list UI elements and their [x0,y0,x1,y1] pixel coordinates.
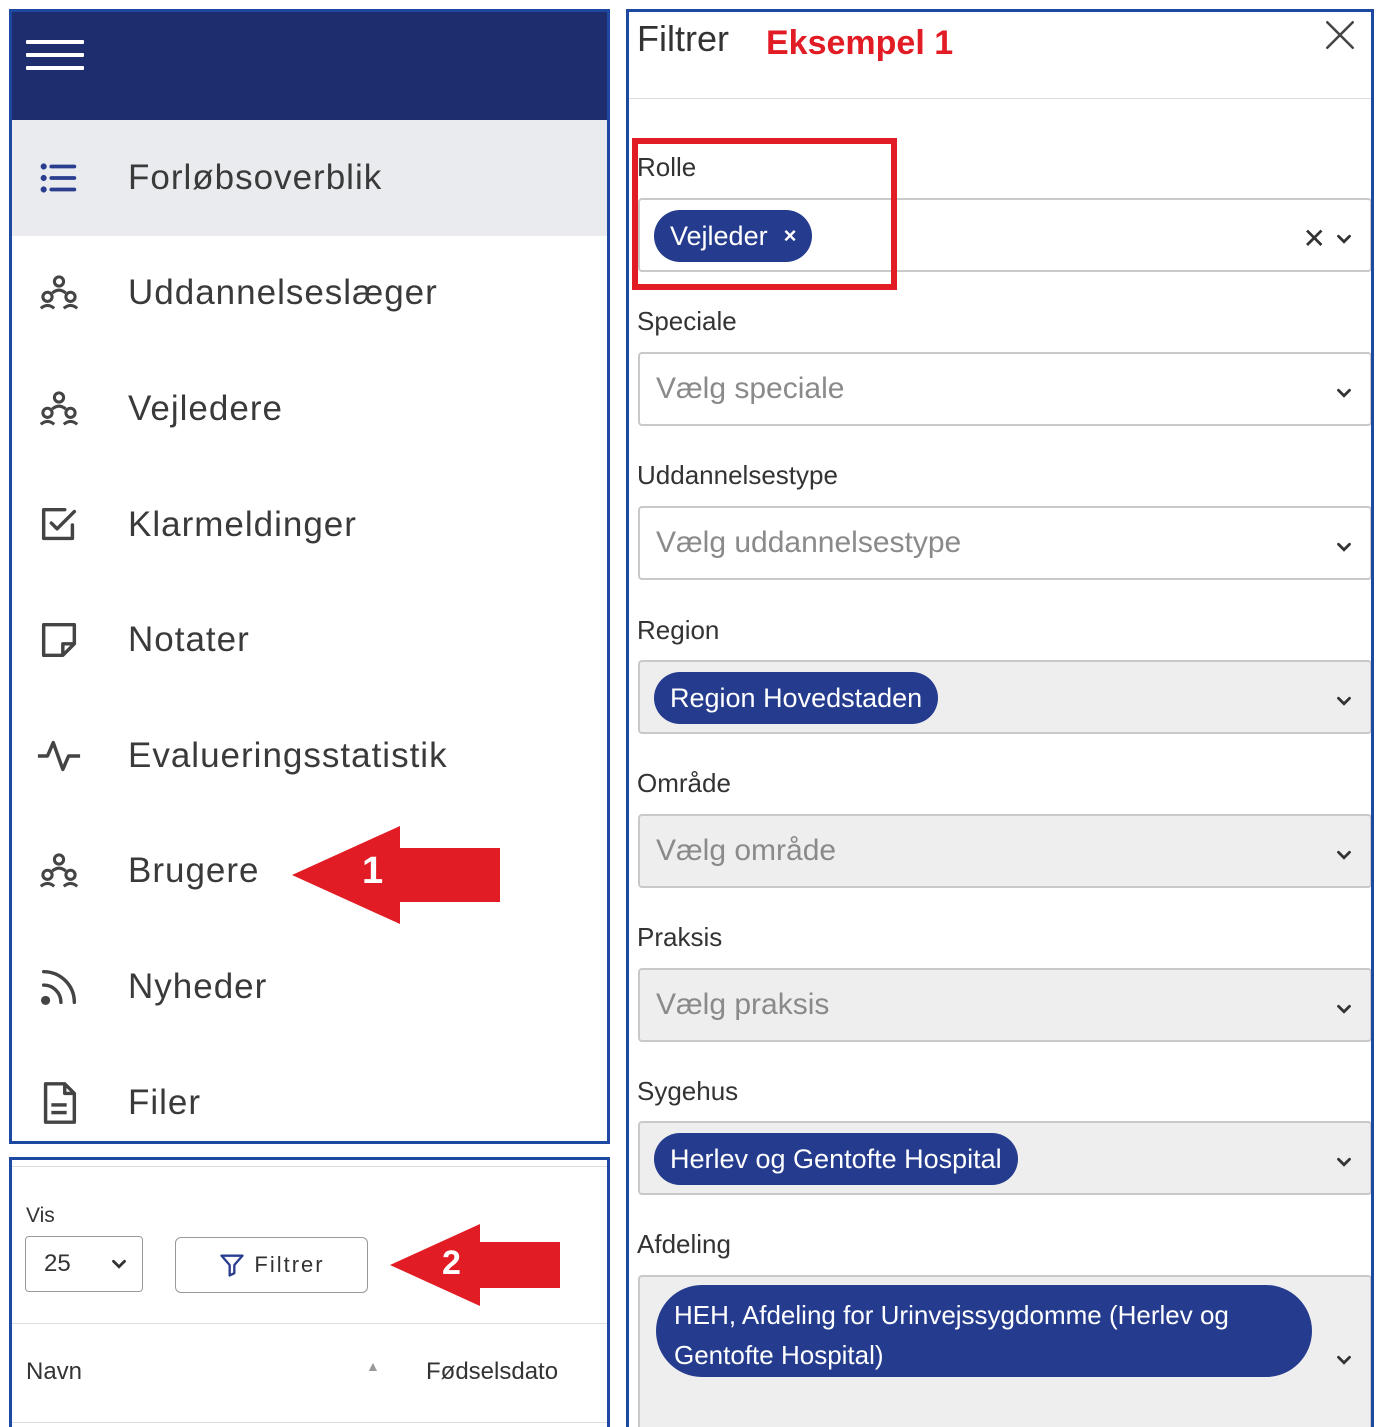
annotation-number: 1 [362,850,384,892]
sidebar-item-filer[interactable]: Filer [12,1045,607,1141]
omrade-placeholder: Vælg område [656,834,837,867]
sidebar-item-vejledere[interactable]: Vejledere [12,351,607,467]
sidebar-item-label: Vejledere [128,388,283,428]
rss-icon [34,962,84,1012]
sidebar-item-label: Uddannelseslæger [128,273,438,313]
chip-label: Region Hovedstaden [670,682,923,713]
speciale-placeholder: Vælg speciale [656,372,845,405]
close-icon[interactable] [1323,18,1357,52]
praksis-placeholder: Vælg praksis [656,988,830,1021]
selected-chip: Vejleder × [654,210,813,262]
sidebar-item-label: Notater [128,620,250,660]
example-annotation: Eksempel 1 [766,24,954,62]
page-size-value: 25 [44,1250,71,1277]
praksis-select[interactable]: Vælg praksis [638,968,1371,1042]
chevron-down-icon [1337,696,1351,706]
sidebar-item-label: Forløbsoverblik [128,157,383,197]
selected-chip: Region Hovedstaden [654,672,939,724]
sidebar-item-nyheder[interactable]: Nyheder [12,929,607,1045]
rolle-label: Rolle [637,152,697,182]
sidebar-item-label: Klarmeldinger [128,504,357,544]
uddannelsestype-label: Uddannelsestype [637,460,838,490]
list-icon [34,153,84,203]
selected-chip: Herlev og Gentofte Hospital [654,1133,1018,1185]
check-square-icon [34,500,84,550]
filter-icon [220,1254,245,1277]
page-size-label: Vis [26,1204,55,1227]
sort-icon[interactable]: ▲ [366,1358,380,1374]
annotation-arrow-2: 2 [390,1224,560,1306]
chevron-down-icon [1337,234,1351,244]
sidebar-item-label: Brugere [128,851,260,891]
annotation-arrow-1: 1 [292,826,500,924]
uddannelsestype-select[interactable]: Vælg uddannelsestype [638,506,1371,580]
sidebar-item-notater[interactable]: Notater [12,582,607,698]
speciale-select[interactable]: Vælg speciale [638,352,1371,426]
sidebar-item-label: Filer [128,1082,202,1122]
chip-label: HEH, Afdeling for Urinvejssygdomme (Herl… [674,1300,1229,1370]
rolle-select[interactable]: Vejleder × ✕ [638,198,1371,272]
filter-button-label: Filtrer [254,1252,325,1277]
sidebar-item-uddannelseslaeger[interactable]: Uddannelseslæger [12,236,607,352]
clear-selection-icon[interactable]: ✕ [1303,222,1326,255]
filter-panel: Filtrer Eksempel 1 Rolle Vejleder × ✕ Sp… [626,9,1374,1427]
uddannelsestype-placeholder: Vælg uddannelsestype [656,526,962,559]
sidebar-header [12,12,607,120]
chevron-down-icon [1337,1157,1351,1167]
sidebar-item-label: Evalueringsstatistik [128,735,448,775]
file-icon [34,1078,84,1128]
note-icon [34,615,84,665]
sidebar-item-evalueringsstatistik[interactable]: Evalueringsstatistik [12,698,607,814]
region-label: Region [637,615,720,645]
page-size-select[interactable]: 25 [25,1236,143,1292]
sidebar-panel: Forløbsoverblik Uddannelseslæger Vejlede… [9,9,610,1144]
sygehus-select[interactable]: Herlev og Gentofte Hospital [638,1121,1371,1195]
afdeling-label: Afdeling [637,1229,731,1259]
users-icon [34,268,84,318]
users-icon [34,846,84,896]
omrade-select[interactable]: Vælg område [638,814,1371,888]
sygehus-label: Sygehus [637,1076,739,1106]
column-header-navn[interactable]: Navn [26,1358,82,1386]
hamburger-menu-icon[interactable] [26,40,84,74]
region-select[interactable]: Region Hovedstaden [638,660,1371,734]
users-icon [34,384,84,434]
praksis-label: Praksis [637,922,723,952]
filter-button[interactable]: Filtrer [175,1237,368,1293]
annotation-number: 2 [442,1244,461,1282]
omrade-label: Område [637,768,731,798]
sidebar-item-forlobsoverblik[interactable]: Forløbsoverblik [12,120,607,236]
chip-label: Herlev og Gentofte Hospital [670,1143,1002,1174]
chip-label: Vejleder [670,220,768,251]
speciale-label: Speciale [637,306,737,336]
activity-icon [34,731,84,781]
chevron-down-icon [1337,850,1351,860]
afdeling-select[interactable]: HEH, Afdeling for Urinvejssygdomme (Herl… [638,1275,1371,1427]
filter-panel-title: Filtrer [637,18,729,59]
chevron-down-icon [1337,388,1351,398]
selected-chip: HEH, Afdeling for Urinvejssygdomme (Herl… [656,1285,1312,1377]
chevron-down-icon [1337,542,1351,552]
column-header-fodselsdato[interactable]: Fødselsdato [426,1358,558,1386]
chip-remove-icon[interactable]: × [784,223,797,249]
sidebar-item-klarmeldinger[interactable]: Klarmeldinger [12,467,607,583]
chevron-down-icon [1337,1004,1351,1014]
chevron-down-icon [1337,1355,1351,1365]
sidebar-item-label: Nyheder [128,966,268,1006]
chevron-down-icon [112,1259,126,1269]
